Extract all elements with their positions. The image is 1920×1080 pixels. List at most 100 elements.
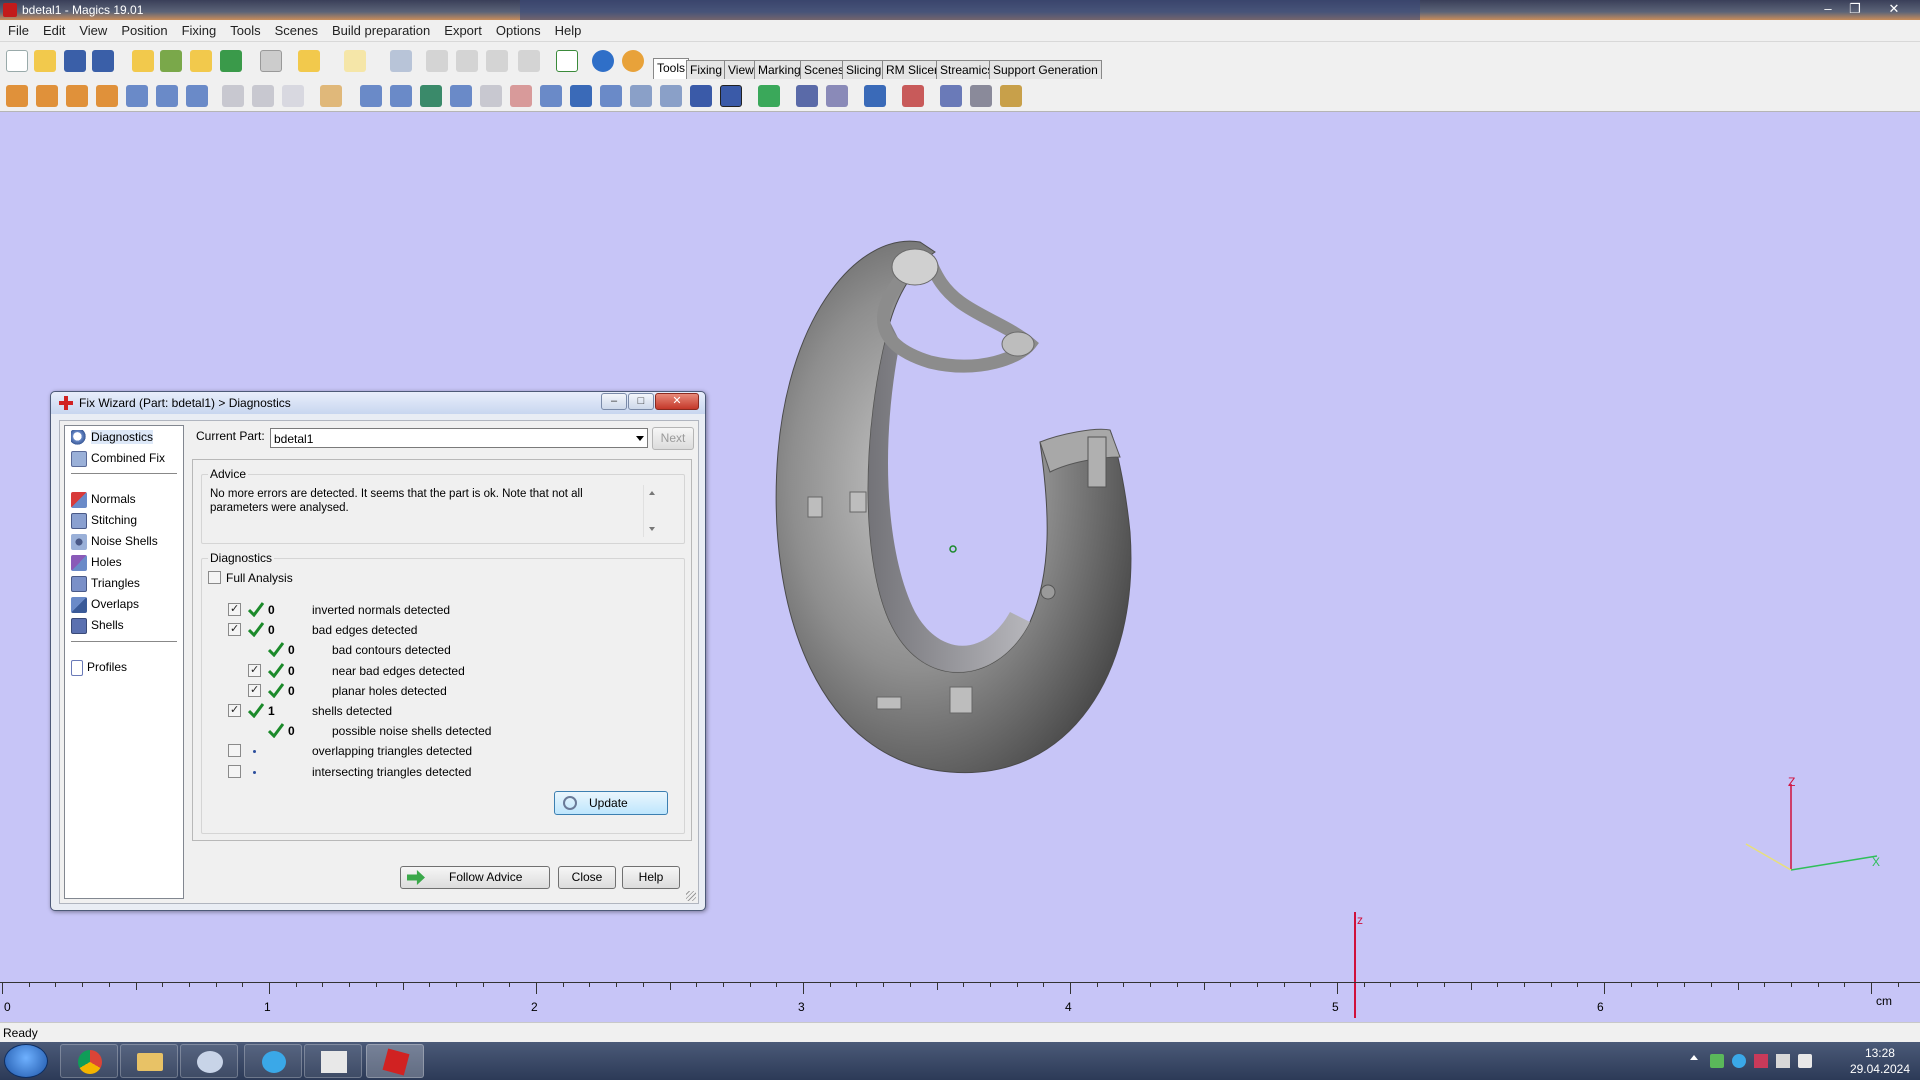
menu-options[interactable]: Options xyxy=(488,20,547,38)
checklist-icon[interactable] xyxy=(556,50,578,72)
chrome-taskbar-icon[interactable] xyxy=(60,1044,118,1078)
nav-item-triangles[interactable]: Triangles xyxy=(71,576,140,594)
duplicate-icon[interactable] xyxy=(186,85,208,107)
save-part-icon[interactable] xyxy=(160,50,182,72)
translate-to-default-icon[interactable] xyxy=(36,85,58,107)
minimize-icon[interactable]: – xyxy=(1818,1,1838,17)
menu-fixing[interactable]: Fixing xyxy=(174,20,223,38)
nesting-icon[interactable] xyxy=(796,85,818,107)
tab-slicing[interactable]: Slicing xyxy=(842,60,886,79)
diagnostic-checkbox[interactable] xyxy=(248,663,261,677)
current-part-select[interactable]: bdetal1 xyxy=(270,428,648,448)
dialog-minimize-icon[interactable]: – xyxy=(601,393,627,410)
merge-icon[interactable] xyxy=(420,85,442,107)
close-button[interactable]: Close xyxy=(558,866,616,889)
diagnostic-checkbox[interactable] xyxy=(248,683,261,697)
nav-item-overlaps[interactable]: Overlaps xyxy=(71,597,139,615)
full-analysis-checkbox[interactable] xyxy=(208,571,221,584)
cut-icon[interactable] xyxy=(390,85,412,107)
scroll-down-icon[interactable] xyxy=(649,527,655,531)
menu-build-preparation[interactable]: Build preparation xyxy=(324,20,436,38)
save-icon[interactable] xyxy=(64,50,86,72)
undo-icon[interactable] xyxy=(298,50,320,72)
surface-icon[interactable] xyxy=(660,85,682,107)
app-taskbar-icon[interactable] xyxy=(244,1044,302,1078)
menu-help[interactable]: Help xyxy=(547,20,588,38)
restore-icon[interactable]: ❐ xyxy=(1845,1,1865,17)
diagnostic-checkbox[interactable] xyxy=(228,764,241,778)
redo-icon[interactable] xyxy=(344,50,366,72)
close-window-icon[interactable]: ✕ xyxy=(1884,1,1904,17)
align-icon[interactable] xyxy=(758,85,780,107)
box-icon[interactable] xyxy=(690,85,712,107)
select-icon[interactable] xyxy=(390,50,412,72)
platform-icon[interactable] xyxy=(864,85,886,107)
paint-taskbar-icon[interactable] xyxy=(180,1044,238,1078)
nav-item-normals[interactable]: Normals xyxy=(71,492,136,510)
tab-tools[interactable]: Tools xyxy=(653,58,690,79)
split-icon[interactable] xyxy=(450,85,472,107)
language-flag-icon[interactable] xyxy=(1754,1054,1768,1068)
rotate-part-icon[interactable] xyxy=(66,85,88,107)
start-button-icon[interactable] xyxy=(4,1044,48,1078)
pan-icon[interactable] xyxy=(456,50,478,72)
dialog-close-icon[interactable]: ✕ xyxy=(655,393,699,410)
save-as-icon[interactable] xyxy=(92,50,114,72)
diagnostic-checkbox[interactable] xyxy=(228,602,241,616)
menu-file[interactable]: File xyxy=(0,20,35,38)
translate-icon[interactable] xyxy=(6,85,28,107)
unload-part-icon[interactable] xyxy=(220,50,242,72)
diagnostic-checkbox[interactable] xyxy=(228,622,241,637)
print-icon[interactable] xyxy=(260,50,282,72)
menu-scenes[interactable]: Scenes xyxy=(267,20,324,38)
help-icon[interactable] xyxy=(592,50,614,72)
update-button[interactable]: Update xyxy=(554,791,668,815)
slices-icon[interactable] xyxy=(970,85,992,107)
follow-advice-button[interactable]: Follow Advice xyxy=(400,866,550,889)
menu-view[interactable]: View xyxy=(71,20,113,38)
nav-item-profiles[interactable]: Profiles xyxy=(71,660,127,678)
new-file-icon[interactable] xyxy=(6,50,28,72)
build-time-icon[interactable] xyxy=(902,85,924,107)
load-scene-icon[interactable] xyxy=(190,50,212,72)
tab-rm-slicer[interactable]: RM Slicer xyxy=(882,60,943,79)
tab-view[interactable]: View xyxy=(724,60,758,79)
monitor-tray-icon[interactable] xyxy=(1776,1054,1790,1068)
nav-item-shells[interactable]: Shells xyxy=(71,618,124,636)
tab-scenes[interactable]: Scenes xyxy=(800,60,849,79)
collision-icon[interactable] xyxy=(826,85,848,107)
smooth-icon[interactable] xyxy=(630,85,652,107)
app-tray-icon[interactable] xyxy=(1732,1054,1746,1068)
zoom-icon[interactable] xyxy=(486,50,508,72)
gear-icon[interactable] xyxy=(940,85,962,107)
next-button[interactable]: Next xyxy=(652,427,694,450)
offset-icon[interactable] xyxy=(222,85,244,107)
boolean-icon[interactable] xyxy=(360,85,382,107)
tab-fixing[interactable]: Fixing xyxy=(686,60,727,79)
menu-export[interactable]: Export xyxy=(436,20,488,38)
nav-item-stitching[interactable]: Stitching xyxy=(71,513,137,531)
resize-grip[interactable] xyxy=(686,891,696,901)
hollow-icon[interactable] xyxy=(252,85,274,107)
rhino-taskbar-icon[interactable] xyxy=(304,1044,362,1078)
nav-item-diagnostics[interactable]: Diagnostics xyxy=(71,430,154,448)
show-hidden-icons-icon[interactable] xyxy=(1690,1055,1698,1060)
nav-item-combined-fix[interactable]: Combined Fix xyxy=(71,451,165,469)
frame-icon[interactable] xyxy=(720,85,742,107)
rotate-view-icon[interactable] xyxy=(426,50,448,72)
wall-thickness-icon[interactable] xyxy=(540,85,562,107)
hand-tool-icon[interactable] xyxy=(320,85,342,107)
tab-marking[interactable]: Marking xyxy=(754,60,805,79)
taskbar-clock[interactable]: 13:28 29.04.2024 xyxy=(1850,1045,1910,1077)
measure-icon[interactable] xyxy=(600,85,622,107)
nav-item-noise-shells[interactable]: Noise Shells xyxy=(71,534,158,552)
volume-icon[interactable] xyxy=(1798,1054,1812,1068)
explorer-taskbar-icon[interactable] xyxy=(120,1044,178,1078)
diagnostic-checkbox[interactable] xyxy=(228,744,241,758)
section-icon[interactable] xyxy=(570,85,592,107)
zoom-fit-icon[interactable] xyxy=(518,50,540,72)
mirror-icon[interactable] xyxy=(156,85,178,107)
magics-taskbar-icon[interactable] xyxy=(366,1044,424,1078)
advice-scrollbar[interactable] xyxy=(643,485,660,537)
tab-support-generation[interactable]: Support Generation xyxy=(989,60,1102,79)
